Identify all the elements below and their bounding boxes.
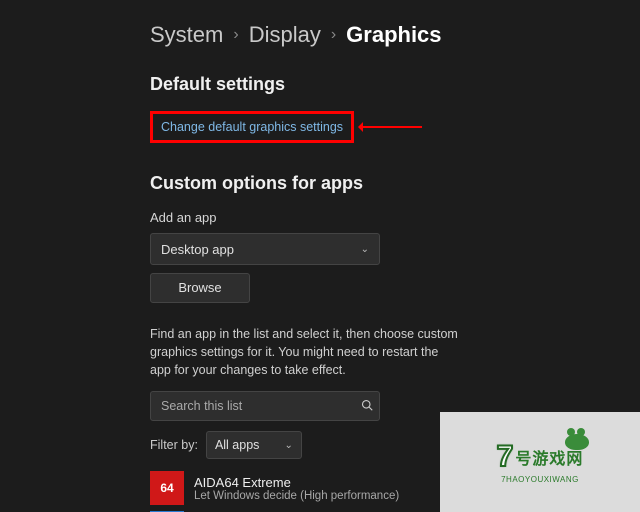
chevron-down-icon: ⌄ xyxy=(361,244,369,255)
chevron-right-icon: › xyxy=(233,26,238,44)
app-name: AIDA64 Extreme xyxy=(194,475,399,490)
filter-select[interactable]: All apps ⌄ xyxy=(206,431,302,459)
chevron-right-icon: › xyxy=(331,26,336,44)
breadcrumb-display[interactable]: Display xyxy=(249,22,321,48)
app-icon-aida64: 64 xyxy=(150,471,184,505)
search-input[interactable] xyxy=(161,399,361,413)
browse-button[interactable]: Browse xyxy=(150,273,250,303)
breadcrumb-graphics: Graphics xyxy=(346,22,441,48)
annotation-box: Change default graphics settings xyxy=(150,111,354,143)
annotation-arrow-icon xyxy=(362,126,422,128)
filter-selected-value: All apps xyxy=(215,438,259,452)
watermark: 7 号游戏网 7HAOYOUXIWANG xyxy=(440,412,640,512)
search-icon xyxy=(361,399,373,414)
watermark-number-icon: 7 xyxy=(497,440,514,474)
breadcrumb-system[interactable]: System xyxy=(150,22,223,48)
annotation-highlight: Change default graphics settings xyxy=(150,111,640,143)
search-input-wrapper[interactable] xyxy=(150,391,380,421)
watermark-url: 7HAOYOUXIWANG xyxy=(501,475,579,484)
add-app-label: Add an app xyxy=(150,210,640,225)
add-app-type-select[interactable]: Desktop app ⌄ xyxy=(150,233,380,265)
add-app-selected-value: Desktop app xyxy=(161,242,234,257)
app-gpu-preference: Let Windows decide (High performance) xyxy=(194,490,399,502)
change-default-graphics-link[interactable]: Change default graphics settings xyxy=(161,120,343,134)
custom-options-heading: Custom options for apps xyxy=(150,173,640,194)
chevron-down-icon: ⌄ xyxy=(285,440,293,451)
breadcrumb: System › Display › Graphics xyxy=(150,22,640,48)
frog-icon xyxy=(563,430,591,450)
filter-label: Filter by: xyxy=(150,438,198,452)
help-text: Find an app in the list and select it, t… xyxy=(150,325,460,379)
default-settings-heading: Default settings xyxy=(150,74,640,95)
